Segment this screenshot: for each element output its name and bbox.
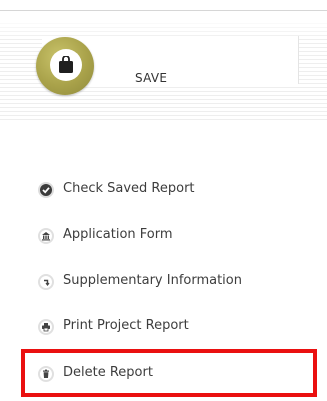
menu-item-label: Check Saved Report	[63, 181, 195, 196]
menu-item-application-form[interactable]: Application Form	[38, 226, 318, 250]
menu-item-label: Application Form	[63, 227, 173, 242]
top-divider	[0, 10, 327, 11]
printer-icon	[38, 319, 54, 335]
save-button[interactable]	[36, 37, 94, 95]
delete-report-highlight	[21, 349, 317, 397]
save-label[interactable]: SAVE	[135, 71, 167, 85]
menu-item-print-project-report[interactable]: Print Project Report	[38, 317, 318, 341]
menu-item-check-saved-report[interactable]: Check Saved Report	[38, 180, 318, 204]
return-arrow-icon	[38, 274, 54, 290]
check-circle-icon	[38, 182, 54, 198]
save-icon-background	[50, 49, 82, 81]
menu-item-label: Supplementary Information	[63, 273, 242, 288]
menu-item-supplementary-information[interactable]: Supplementary Information	[38, 272, 318, 296]
briefcase-icon	[59, 56, 73, 73]
menu-item-label: Print Project Report	[63, 318, 189, 333]
bank-icon	[38, 228, 54, 244]
